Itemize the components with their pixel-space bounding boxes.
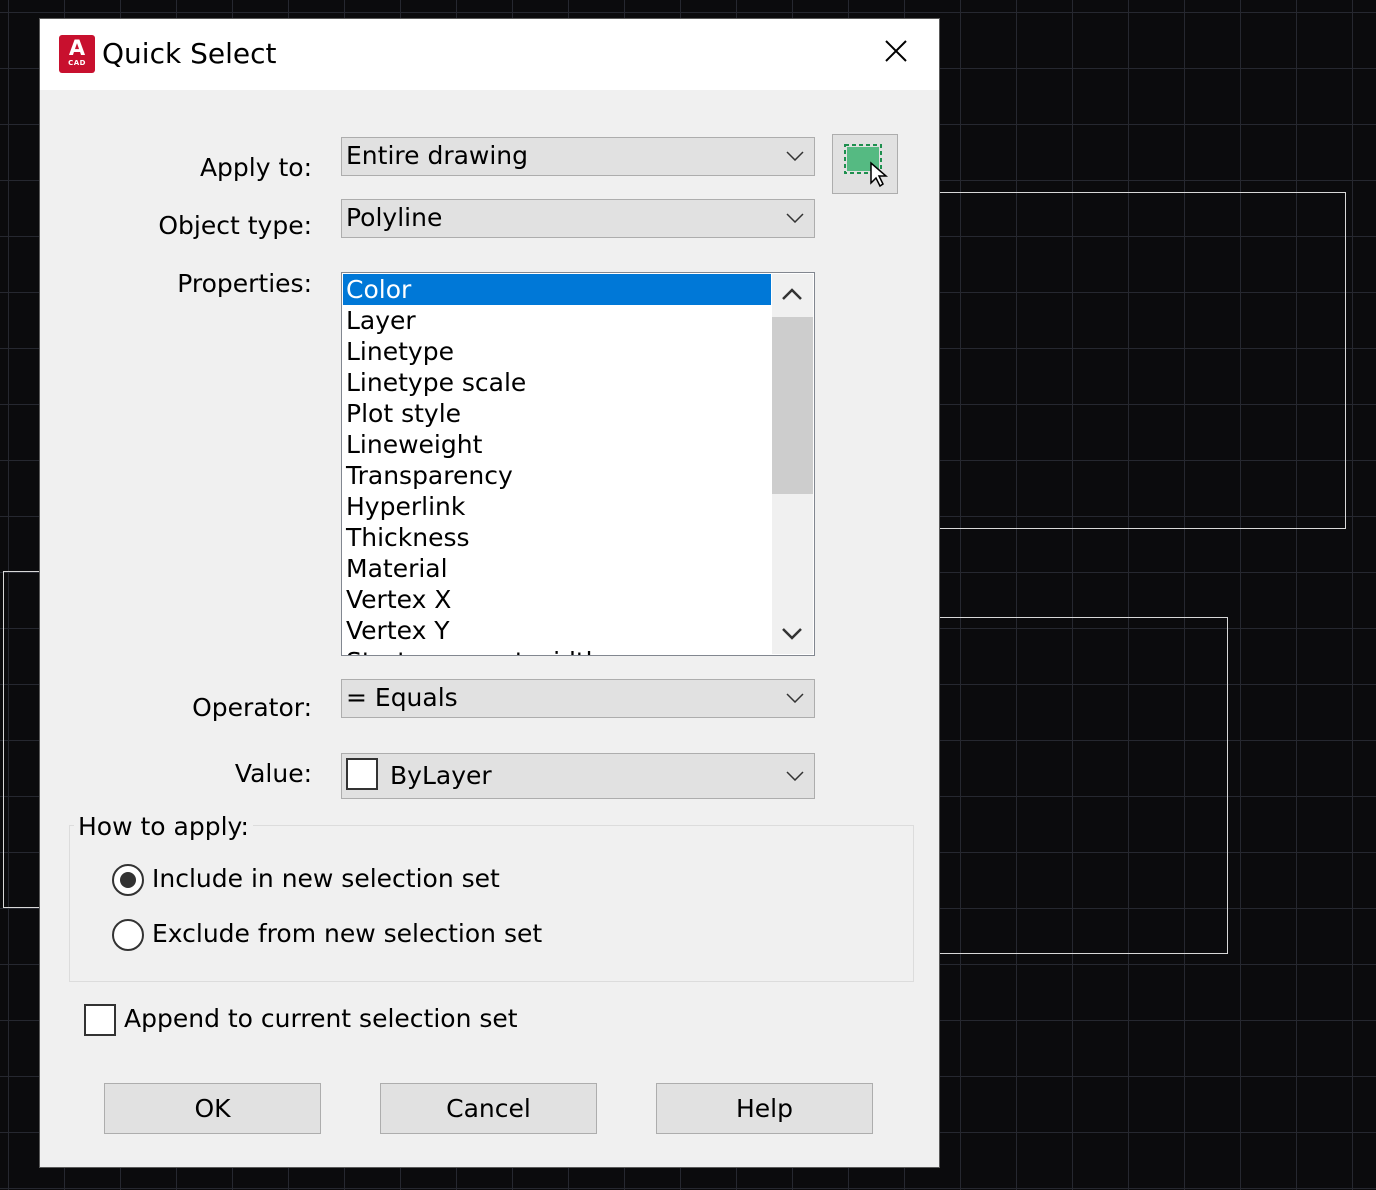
scrollbar-thumb[interactable] <box>772 317 813 494</box>
how-to-apply-group <box>69 825 914 982</box>
list-item[interactable]: Color <box>343 274 771 305</box>
operator-value: = Equals <box>346 683 458 712</box>
drawing-rectangle <box>900 192 1346 529</box>
title-bar: A CAD Quick Select <box>40 19 939 90</box>
list-item[interactable]: Hyperlink <box>343 491 771 522</box>
properties-scrollbar[interactable] <box>772 274 813 654</box>
how-to-apply-legend: How to apply: <box>74 812 253 841</box>
value-value: ByLayer <box>390 761 492 790</box>
include-radio[interactable] <box>112 864 144 896</box>
list-item[interactable]: Vertex X <box>343 584 771 615</box>
list-item[interactable]: Linetype scale <box>343 367 771 398</box>
exclude-radio-label: Exclude from new selection set <box>152 919 543 948</box>
object-type-dropdown[interactable]: Polyline <box>341 199 815 238</box>
close-icon <box>885 40 907 62</box>
include-radio-label: Include in new selection set <box>152 864 500 893</box>
append-checkbox[interactable] <box>84 1004 116 1036</box>
list-item[interactable]: Transparency <box>343 460 771 491</box>
append-checkbox-label: Append to current selection set <box>124 1004 518 1033</box>
dialog-title: Quick Select <box>102 37 277 70</box>
list-item[interactable]: Plot style <box>343 398 771 429</box>
select-objects-icon <box>844 144 889 188</box>
quick-select-dialog: A CAD Quick Select Apply to: Entire draw… <box>40 19 939 1167</box>
object-type-label: Object type: <box>158 211 312 240</box>
object-type-value: Polyline <box>346 203 443 232</box>
list-item[interactable]: Thickness <box>343 522 771 553</box>
exclude-radio[interactable] <box>112 919 144 951</box>
operator-label: Operator: <box>192 693 312 722</box>
cancel-button[interactable]: Cancel <box>380 1083 597 1134</box>
chevron-down-icon <box>786 693 804 703</box>
operator-dropdown[interactable]: = Equals <box>341 679 815 718</box>
drawing-rectangle <box>900 617 1228 954</box>
ok-button[interactable]: OK <box>104 1083 321 1134</box>
value-dropdown[interactable]: ByLayer <box>341 753 815 799</box>
chevron-down-icon <box>786 151 804 161</box>
list-item[interactable]: Layer <box>343 305 771 336</box>
help-button[interactable]: Help <box>656 1083 873 1134</box>
list-item[interactable]: Material <box>343 553 771 584</box>
close-button[interactable] <box>876 31 916 75</box>
list-item[interactable]: Start segment width <box>343 646 771 655</box>
properties-list: Color Layer Linetype Linetype scale Plot… <box>343 274 771 655</box>
chevron-up-icon <box>782 288 802 300</box>
chevron-down-icon <box>782 628 802 640</box>
chevron-down-icon <box>786 771 804 781</box>
value-label: Value: <box>234 759 312 788</box>
apply-to-dropdown[interactable]: Entire drawing <box>341 137 815 176</box>
properties-label: Properties: <box>177 269 312 298</box>
scroll-down-button[interactable] <box>772 612 813 654</box>
chevron-down-icon <box>786 213 804 223</box>
apply-to-label: Apply to: <box>199 153 312 182</box>
autocad-icon: A CAD <box>59 35 95 73</box>
select-objects-button[interactable] <box>832 134 898 194</box>
apply-to-value: Entire drawing <box>346 141 529 170</box>
list-item[interactable]: Linetype <box>343 336 771 367</box>
properties-listbox[interactable]: Color Layer Linetype Linetype scale Plot… <box>341 272 815 656</box>
scroll-up-button[interactable] <box>772 274 813 316</box>
list-item[interactable]: Vertex Y <box>343 615 771 646</box>
list-item[interactable]: Lineweight <box>343 429 771 460</box>
color-swatch <box>346 758 378 790</box>
